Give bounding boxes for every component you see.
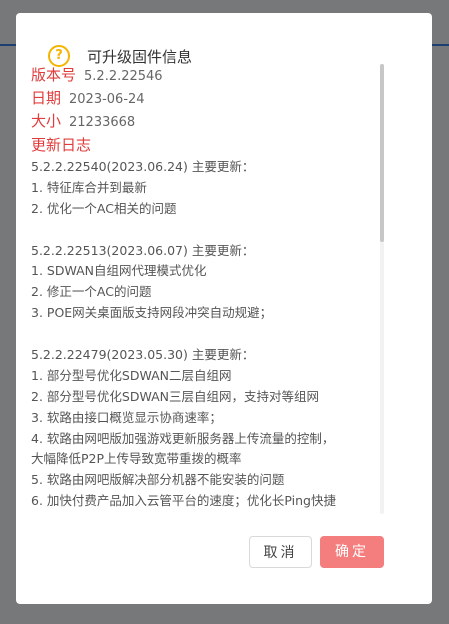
version-value: 5.2.2.22546 bbox=[84, 69, 163, 84]
changelog-line: 1. 部分型号优化SDWAN二层自组网 bbox=[31, 367, 232, 383]
dialog-content[interactable]: 版本号 5.2.2.22546 日期 2023-06-24 大小 2123366… bbox=[31, 64, 377, 514]
changelog-line: 6. 加快付费产品加入云管平台的速度；优化长Ping快捷 bbox=[31, 493, 336, 509]
size-label: 大小 bbox=[31, 112, 62, 130]
changelog-line: 5. 软路由网吧版解决部分机器不能安装的问题 bbox=[31, 472, 285, 488]
version-label: 版本号 bbox=[31, 66, 77, 84]
date-label: 日期 bbox=[31, 89, 62, 107]
version-row: 版本号 5.2.2.22546 bbox=[31, 64, 377, 87]
changelog-line: 5.2.2.22513(2023.06.07) 主要更新： bbox=[31, 242, 255, 258]
changelog-line: 5.2.2.22479(2023.05.30) 主要更新： bbox=[31, 347, 255, 363]
changelog-label: 更新日志 bbox=[31, 136, 92, 154]
size-row: 大小 21233668 bbox=[31, 110, 377, 133]
changelog-line: 2. 修正一个AC的问题 bbox=[31, 284, 152, 300]
changelog-line: 3. 软路由接口概览显示协商速率； bbox=[31, 409, 222, 425]
date-value: 2023-06-24 bbox=[69, 92, 145, 107]
changelog-line: 1. 特征库合并到最新 bbox=[31, 179, 147, 195]
changelog-line bbox=[31, 220, 377, 241]
confirm-button[interactable]: 确定 bbox=[320, 536, 384, 568]
changelog-line: 5.2.2.22540(2023.06.24) 主要更新： bbox=[31, 159, 255, 174]
cancel-button[interactable]: 取消 bbox=[249, 536, 312, 568]
changelog-text: 5.2.2.22540(2023.06.24) 主要更新： 1. 特征库合并到最… bbox=[31, 157, 377, 512]
date-row: 日期 2023-06-24 bbox=[31, 87, 377, 110]
changelog-line: 4. 软路由网吧版加强游戏更新服务器上传流量的控制， bbox=[31, 430, 335, 446]
scrollbar-thumb[interactable] bbox=[380, 64, 384, 242]
size-value: 21233668 bbox=[69, 115, 136, 130]
changelog-line: 2. 优化一个AC相关的问题 bbox=[31, 200, 177, 216]
changelog-line: 大幅降低P2P上传导致宽带重拨的概率 bbox=[31, 451, 242, 467]
changelog-line: 3. POE网关桌面版支持网段冲突自动规避； bbox=[31, 305, 273, 321]
changelog-line: 2. 部分型号优化SDWAN三层自组网，支持对等组网 bbox=[31, 388, 320, 404]
changelog-line bbox=[31, 324, 377, 345]
changelog-line: 1. SDWAN自组网代理模式优化 bbox=[31, 263, 207, 279]
